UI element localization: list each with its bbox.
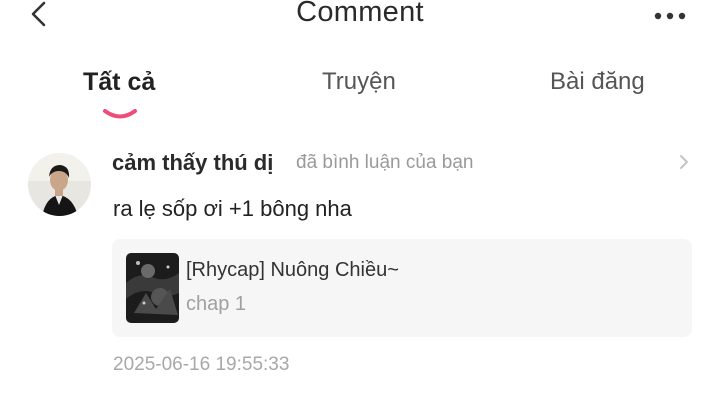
story-card[interactable]: [Rhycap] Nuông Chiều~ chap 1: [112, 239, 692, 337]
story-cover-image: [126, 253, 179, 323]
comment-timestamp: 2025-06-16 19:55:33: [113, 354, 290, 375]
page-title: Comment: [296, 0, 424, 28]
more-options-button[interactable]: [650, 6, 690, 26]
story-chapter: chap 1: [186, 293, 247, 315]
avatar[interactable]: [28, 153, 91, 216]
tab-stories[interactable]: Truyện: [322, 68, 396, 96]
commenter-username[interactable]: cảm thấy thú dị: [112, 150, 273, 176]
comment-text: ra lẹ sốp ơi +1 bông nha: [113, 196, 352, 221]
filter-tabs: Tất cả Truyện Bài đăng: [0, 68, 720, 128]
open-button[interactable]: [676, 152, 692, 172]
story-title: [Rhycap] Nuông Chiều~: [186, 259, 399, 281]
tab-all[interactable]: Tất cả: [83, 68, 155, 97]
more-horizontal-icon: [654, 12, 686, 20]
notification-action: đã bình luận của bạn: [296, 152, 474, 173]
active-tab-indicator: [103, 109, 137, 119]
comment-notifications-screen: Comment Tất cả Truyện Bài đăng cảm thấy …: [0, 0, 720, 408]
top-bar: Comment: [0, 0, 720, 36]
avatar-image: [28, 153, 91, 216]
tab-posts[interactable]: Bài đăng: [550, 68, 645, 96]
chevron-right-icon: [680, 155, 688, 169]
